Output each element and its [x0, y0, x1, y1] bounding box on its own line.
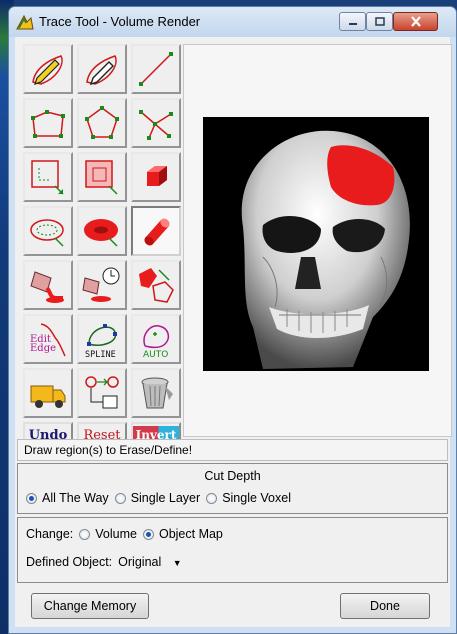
trace-tool-window: Trace Tool - Volume Render Edit Edge SPL…: [8, 6, 457, 634]
rectangle-fill-icon: [85, 160, 118, 195]
cylinder-tool[interactable]: [131, 206, 181, 256]
cube-tool[interactable]: [131, 152, 181, 202]
close-button[interactable]: [393, 12, 438, 31]
minimize-button[interactable]: [339, 12, 366, 31]
title-bar[interactable]: Trace Tool - Volume Render: [9, 7, 456, 37]
trash-icon: [141, 377, 173, 409]
star-lines-tool[interactable]: [131, 98, 181, 148]
radio-label: Single Voxel: [222, 491, 291, 505]
done-button[interactable]: Done: [340, 593, 430, 619]
trace-tool-app-icon: [16, 14, 34, 30]
rectangle-fill-tool[interactable]: [77, 152, 127, 202]
auto-tool[interactable]: AUTO: [131, 314, 181, 364]
trash-tool[interactable]: [131, 368, 181, 418]
spline-tool[interactable]: SPLINE: [77, 314, 127, 364]
status-message: Draw region(s) to Erase/Define!: [17, 439, 448, 461]
cut-depth-group: Cut Depth All The Way Single Layer Singl…: [17, 463, 448, 514]
ellipse-fill-icon: [84, 219, 118, 247]
bucket-timer-tool[interactable]: [77, 260, 127, 310]
maximize-button[interactable]: [366, 12, 393, 31]
edit-edge-tool[interactable]: Edit Edge: [23, 314, 73, 364]
radio-label: Object Map: [158, 527, 223, 541]
radio-dot-icon: [26, 492, 37, 504]
change-label: Change:: [26, 527, 74, 541]
bucket-timer-icon: [82, 267, 120, 302]
change-memory-button[interactable]: Change Memory: [31, 593, 149, 619]
pentagon-icon: [85, 106, 119, 139]
star-lines-icon: [139, 110, 173, 140]
radio-label: All The Way: [42, 491, 109, 505]
svg-text:Edge: Edge: [30, 343, 56, 354]
change-memory-label: Change Memory: [43, 599, 137, 613]
object-map-tool[interactable]: [77, 368, 127, 418]
edit-edge-icon: Edit Edge: [30, 323, 66, 357]
volume-render-view[interactable]: [203, 117, 429, 371]
ellipse-fill-tool[interactable]: [77, 206, 127, 256]
chevron-down-icon: ▼: [172, 558, 182, 568]
radio-dot-icon: [142, 528, 154, 540]
rectangle-outline-tool[interactable]: [23, 152, 73, 202]
radio-object-map[interactable]: Object Map: [142, 527, 223, 541]
svg-text:SPLINE: SPLINE: [85, 350, 116, 360]
defined-object-label: Defined Object:: [26, 555, 113, 569]
polygon-tool[interactable]: [77, 98, 127, 148]
freehand-fill-tool[interactable]: [77, 44, 127, 94]
radio-single-voxel[interactable]: Single Voxel: [206, 491, 291, 505]
radio-label: Single Layer: [130, 491, 201, 505]
rectangle-outline-icon: [31, 160, 64, 195]
line-tool[interactable]: [131, 44, 181, 94]
polygon-open-tool[interactable]: [23, 98, 73, 148]
radio-label: Volume: [95, 527, 137, 541]
freehand-outline-tool[interactable]: [23, 44, 73, 94]
pencil-red-fill-icon: [86, 55, 117, 86]
tool-palette: Edit Edge SPLINE AUTO Undo Reset Invert: [23, 44, 185, 448]
line-icon: [139, 52, 173, 86]
ellipse-outline-tool[interactable]: [23, 206, 73, 256]
defined-object-value: Original: [118, 555, 162, 569]
defined-object-dropdown[interactable]: Original ▼: [118, 555, 181, 569]
paint-bucket-icon: [30, 271, 64, 303]
region-transform-icon: [139, 268, 174, 303]
spline-icon: SPLINE: [85, 324, 117, 360]
radio-dot-icon: [114, 492, 126, 504]
truck-tool[interactable]: [23, 368, 73, 418]
radio-dot-icon: [206, 492, 218, 504]
radio-all-the-way[interactable]: All The Way: [26, 491, 109, 505]
window-title: Trace Tool - Volume Render: [39, 14, 201, 29]
cut-depth-title: Cut Depth: [204, 469, 261, 483]
close-icon: [410, 16, 421, 27]
cylinder-icon: [144, 218, 170, 246]
region-transform-tool[interactable]: [131, 260, 181, 310]
radio-single-layer[interactable]: Single Layer: [114, 491, 201, 505]
minimize-icon: [348, 22, 357, 25]
truck-icon: [30, 385, 66, 408]
auto-icon: AUTO: [143, 325, 170, 360]
paint-bucket-tool[interactable]: [23, 260, 73, 310]
cube-icon: [147, 166, 167, 186]
maximize-icon: [374, 17, 385, 26]
ellipse-outline-icon: [30, 219, 64, 247]
client-area: Edit Edge SPLINE AUTO Undo Reset Invert …: [15, 37, 452, 627]
volume-render-panel: [183, 44, 452, 437]
radio-volume[interactable]: Volume: [79, 527, 137, 541]
skull-render-image: [241, 130, 410, 369]
polygon-open-icon: [31, 110, 65, 138]
svg-text:AUTO: AUTO: [143, 350, 168, 360]
object-map-icon: [85, 376, 119, 409]
pencil-red-outline-icon: [32, 55, 63, 85]
object-settings-group: Change: Volume Object Map Defined Object…: [17, 517, 448, 583]
radio-dot-icon: [79, 528, 91, 540]
done-label: Done: [370, 599, 400, 613]
